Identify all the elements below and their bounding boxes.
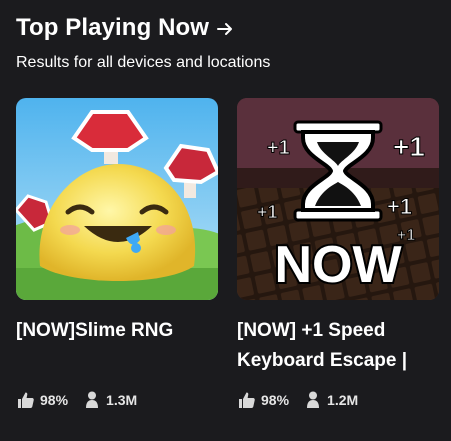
plus-one-badge: +1	[387, 194, 412, 219]
hourglass-thumbnail-icon: +1 +1 +1 +1 +1 NOW	[237, 98, 439, 300]
like-ratio-value: 98%	[40, 392, 69, 408]
like-ratio-stat: 98%	[16, 390, 68, 410]
game-title[interactable]: [NOW] +1 Speed Keyboard Escape |	[237, 316, 439, 376]
section-title: Top Playing Now	[16, 14, 210, 41]
game-thumbnail[interactable]	[16, 98, 218, 300]
game-tile-slime-rng[interactable]: [NOW]Slime RNG	[16, 98, 218, 346]
players-value: 1.3M	[106, 392, 138, 408]
thumbnail-now-text: NOW	[274, 236, 402, 294]
section-header-link[interactable]: Top Playing Now	[16, 14, 235, 42]
section-subtitle: Results for all devices and locations	[16, 54, 271, 71]
players-value: 1.2M	[327, 392, 359, 408]
game-thumbnail[interactable]: +1 +1 +1 +1 +1 NOW	[237, 98, 439, 300]
slime-thumbnail-icon	[16, 98, 218, 300]
thumbs-up-icon	[18, 392, 34, 408]
game-stats: 98% 1.3M	[16, 390, 151, 410]
arrow-right-icon	[215, 19, 235, 39]
game-title[interactable]: [NOW]Slime RNG	[16, 316, 218, 346]
thumbs-up-icon	[239, 392, 255, 408]
player-count-icon	[86, 391, 99, 408]
like-ratio-stat: 98%	[237, 390, 289, 410]
game-stats: 98% 1.2M	[237, 390, 372, 410]
players-stat: 1.2M	[303, 390, 358, 410]
plus-one-badge: +1	[257, 202, 278, 222]
game-tile-keyboard-escape[interactable]: +1 +1 +1 +1 +1 NOW [NOW] +1 Speed Keyboa…	[237, 98, 439, 376]
plus-one-badge: +1	[393, 131, 425, 162]
player-count-icon	[307, 391, 320, 408]
players-stat: 1.3M	[82, 390, 137, 410]
plus-one-badge: +1	[267, 137, 290, 159]
like-ratio-value: 98%	[261, 392, 290, 408]
